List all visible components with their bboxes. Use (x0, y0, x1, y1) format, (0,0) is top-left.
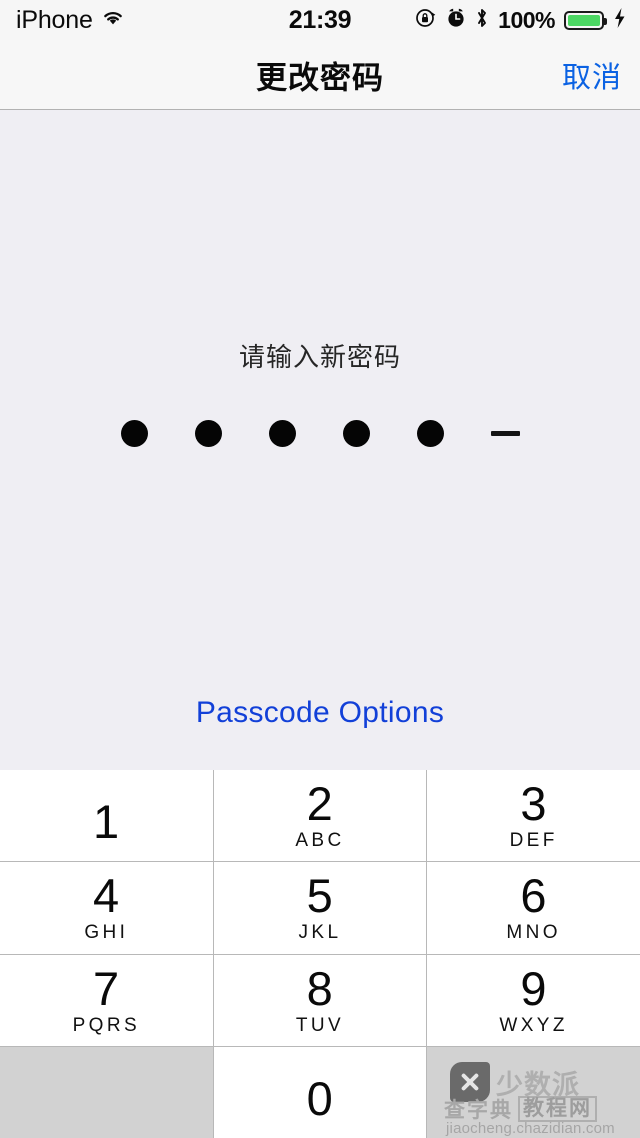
battery-fill (568, 14, 600, 26)
passcode-dot-1 (120, 419, 148, 447)
key-5[interactable]: 5 JKL (213, 862, 427, 954)
key-2[interactable]: 2 ABC (213, 770, 427, 862)
key-5-digit: 5 (306, 869, 334, 923)
watermark-url-label: jiaocheng.chazidian.com (446, 1120, 615, 1137)
passcode-dot-5 (416, 419, 444, 447)
passcode-prompt: 请输入新密码 (238, 342, 401, 372)
key-8-digit: 8 (306, 961, 334, 1015)
key-2-letters: ABC (295, 830, 345, 852)
passcode-dot-2 (194, 419, 222, 447)
key-7-digit: 7 (93, 961, 120, 1015)
passcode-options-link[interactable]: Passcode Options (0, 696, 640, 730)
passcode-dot-4 (342, 419, 370, 447)
key-6-letters: MNO (506, 922, 561, 944)
status-bar-left: iPhone (16, 5, 125, 34)
site-watermark: 少数派 查字典 教程网 jiaocheng.chazidian.com (440, 1058, 636, 1137)
key-blank-left (0, 1046, 213, 1138)
passcode-dot-3 (268, 419, 296, 447)
cancel-button[interactable]: 取消 (562, 54, 622, 96)
key-7-letters: PQRS (72, 1014, 141, 1036)
watermark-brand-label: 少数派 (496, 1069, 580, 1100)
passcode-dot-6-empty (490, 430, 520, 436)
passcode-dots (0, 418, 640, 448)
key-blank-right: 少数派 查字典 教程网 jiaocheng.chazidian.com (427, 1046, 640, 1138)
lightning-bolt-icon (613, 7, 626, 34)
status-bar-right: 100% (415, 7, 626, 34)
key-3-letters: DEF (509, 830, 558, 852)
key-2-digit: 2 (306, 777, 334, 831)
battery-percent-label: 100% (498, 6, 555, 33)
iphone-screen: iPhone 21:39 100% 更改密码 取消 请输入新密码 Passcod… (0, 0, 640, 1138)
watermark-site-row: 查字典 教程网 (444, 1094, 597, 1124)
watermark-brand-row: 少数派 (450, 1062, 580, 1102)
watermark-tag-label: 教程网 (518, 1095, 597, 1123)
status-bar: iPhone 21:39 100% (0, 0, 640, 40)
watermark-site-label: 查字典 (444, 1099, 513, 1122)
navigation-bar: 更改密码 取消 (0, 40, 640, 110)
key-8[interactable]: 8 TUV (213, 954, 427, 1046)
key-3[interactable]: 3 DEF (427, 770, 640, 862)
key-5-letters: JKL (298, 922, 342, 944)
status-bar-clock: 21:39 (288, 5, 352, 34)
rotation-lock-icon (415, 7, 437, 34)
passcode-content: 请输入新密码 Passcode Options (0, 111, 640, 770)
key-7[interactable]: 7 PQRS (0, 954, 213, 1046)
key-3-digit: 3 (520, 777, 547, 831)
key-4[interactable]: 4 GHI (0, 862, 213, 954)
key-8-letters: TUV (295, 1014, 345, 1036)
key-6[interactable]: 6 MNO (427, 862, 640, 954)
key-4-digit: 4 (93, 869, 120, 923)
page-title: 更改密码 (256, 60, 384, 95)
key-9-letters: WXYZ (499, 1014, 568, 1036)
battery-icon (564, 10, 607, 30)
numeric-keypad: 1 2 ABC 3 DEF 4 GHI 5 JKL 6 MNO 7 PQRS 8… (0, 770, 640, 1138)
alarm-clock-icon (446, 7, 466, 33)
key-0-digit: 0 (306, 1071, 334, 1125)
key-1[interactable]: 1 (0, 770, 213, 862)
wifi-icon (101, 9, 125, 32)
key-0[interactable]: 0 (213, 1046, 427, 1138)
watermark-logo-icon (450, 1062, 490, 1102)
key-4-letters: GHI (84, 922, 129, 944)
key-1-digit: 1 (93, 795, 120, 849)
bluetooth-icon (475, 7, 489, 34)
key-6-digit: 6 (520, 869, 547, 923)
carrier-label: iPhone (16, 5, 93, 34)
key-9-digit: 9 (520, 961, 547, 1015)
key-9[interactable]: 9 WXYZ (427, 954, 640, 1046)
